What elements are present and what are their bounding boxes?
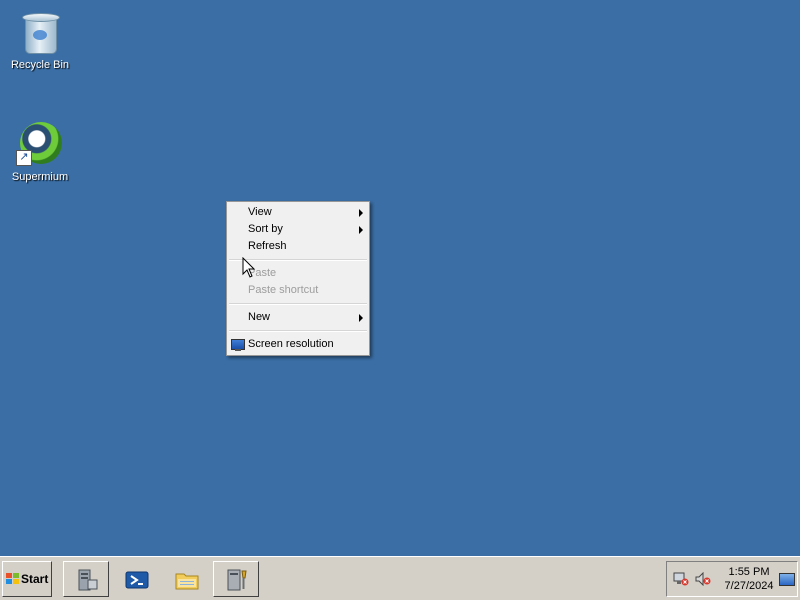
admin-tools-icon [227,569,247,591]
explorer-folder-icon [175,573,199,590]
taskbar-explorer-button[interactable] [163,561,209,597]
menu-item-sort-by[interactable]: Sort by [227,221,369,238]
menu-separator [229,303,367,305]
submenu-arrow-icon [359,209,363,217]
taskbar-admin-tools-button[interactable] [213,561,259,597]
desktop-icon-label: Supermium [11,171,69,183]
system-clock[interactable]: 1:55 PM 7/27/2024 [717,565,781,593]
desktop-icon-label: Recycle Bin [10,59,70,71]
shortcut-arrow-icon: ↗ [16,150,32,166]
start-button[interactable]: Start [2,561,52,597]
powershell-icon [125,571,149,589]
desktop-icon-supermium[interactable]: ↗ Supermium [2,120,78,183]
menu-item-view[interactable]: View [227,204,369,221]
mouse-pointer-icon [242,257,256,278]
menu-separator [229,330,367,332]
submenu-arrow-icon [359,226,363,234]
menu-item-screen-resolution[interactable]: Screen resolution [227,336,369,353]
taskbar: Start 1:55 PM 7/27/2024 [0,556,800,600]
desktop-icon-recycle-bin[interactable]: Recycle Bin [2,8,78,71]
clock-date: 7/27/2024 [724,580,774,592]
clock-time: 1:55 PM [728,566,770,578]
menu-item-label: Paste shortcut [248,284,319,296]
monitor-icon [231,339,245,351]
start-label: Start [21,572,49,586]
taskbar-powershell-button[interactable] [113,561,159,597]
submenu-arrow-icon [359,314,363,322]
menu-item-paste-shortcut[interactable]: Paste shortcut [227,282,369,299]
menu-item-label: Sort by [248,223,283,235]
menu-item-refresh[interactable]: Refresh [227,238,369,255]
supermium-browser-icon: ↗ [16,120,64,168]
menu-item-label: Screen resolution [248,338,334,350]
taskbar-server-manager-button[interactable] [63,561,109,597]
menu-item-label: View [248,206,272,218]
show-desktop-icon[interactable] [779,573,795,586]
menu-item-label: New [248,311,271,323]
notification-area: 1:55 PM 7/27/2024 [666,561,798,597]
desktop[interactable]: Recycle Bin ↗ Supermium View Sort by Ref… [0,0,800,556]
windows-logo-icon [6,573,20,585]
network-error-icon[interactable] [673,572,689,586]
menu-item-label: Refresh [248,240,287,252]
server-manager-icon [78,569,98,591]
menu-item-new[interactable]: New [227,309,369,326]
volume-muted-icon[interactable] [695,572,711,586]
recycle-bin-icon [16,8,64,56]
